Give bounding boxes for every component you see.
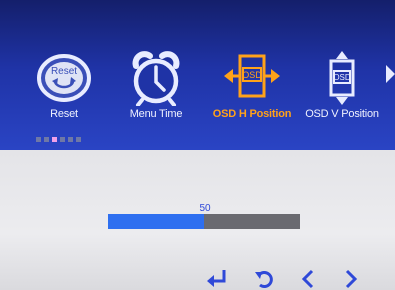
page-dot xyxy=(76,137,81,142)
menu-item-menu-time[interactable]: Menu Time xyxy=(110,50,202,130)
reset-icon: Reset xyxy=(37,54,91,102)
back-button[interactable] xyxy=(252,268,278,290)
page-dot-active xyxy=(52,137,57,142)
left-button[interactable] xyxy=(296,268,322,290)
svg-text:OSD: OSD xyxy=(333,73,351,82)
menu-item-label: Reset xyxy=(50,108,78,120)
menu-item-osd-v-position[interactable]: OSD OSD V Position xyxy=(296,50,388,130)
enter-icon xyxy=(207,270,226,287)
page-dot xyxy=(44,137,49,142)
page-indicator xyxy=(36,137,81,143)
slider-fill xyxy=(108,214,204,229)
menu-item-label: OSD H Position xyxy=(212,108,292,120)
chevron-right-icon xyxy=(345,269,358,289)
page-dot xyxy=(36,137,41,142)
chevron-left-icon xyxy=(301,269,314,289)
menu-item-osd-h-position[interactable]: OSD OSD H Position xyxy=(206,50,298,130)
menu-item-reset[interactable]: Reset Reset xyxy=(18,50,110,130)
osd-menu-screen: Reset Reset Menu Time OSD OSD H Position… xyxy=(0,0,395,290)
svg-text:Reset: Reset xyxy=(51,66,77,77)
page-dot xyxy=(68,137,73,142)
svg-text:OSD: OSD xyxy=(242,70,262,80)
page-dot xyxy=(60,137,65,142)
osd-h-position-slider[interactable] xyxy=(108,214,300,229)
back-icon xyxy=(255,271,273,288)
menu-item-label: OSD V Position xyxy=(305,108,379,120)
enter-button[interactable] xyxy=(204,268,230,290)
menu-item-label: Menu Time xyxy=(129,108,183,120)
osd-horizontal-position-icon: OSD xyxy=(224,54,280,98)
alarm-clock-icon xyxy=(132,51,180,106)
right-button[interactable] xyxy=(338,268,364,290)
osd-vertical-position-icon: OSD xyxy=(329,51,355,105)
right-arrow-icon[interactable] xyxy=(386,65,395,83)
slider-value: 50 xyxy=(199,203,211,214)
